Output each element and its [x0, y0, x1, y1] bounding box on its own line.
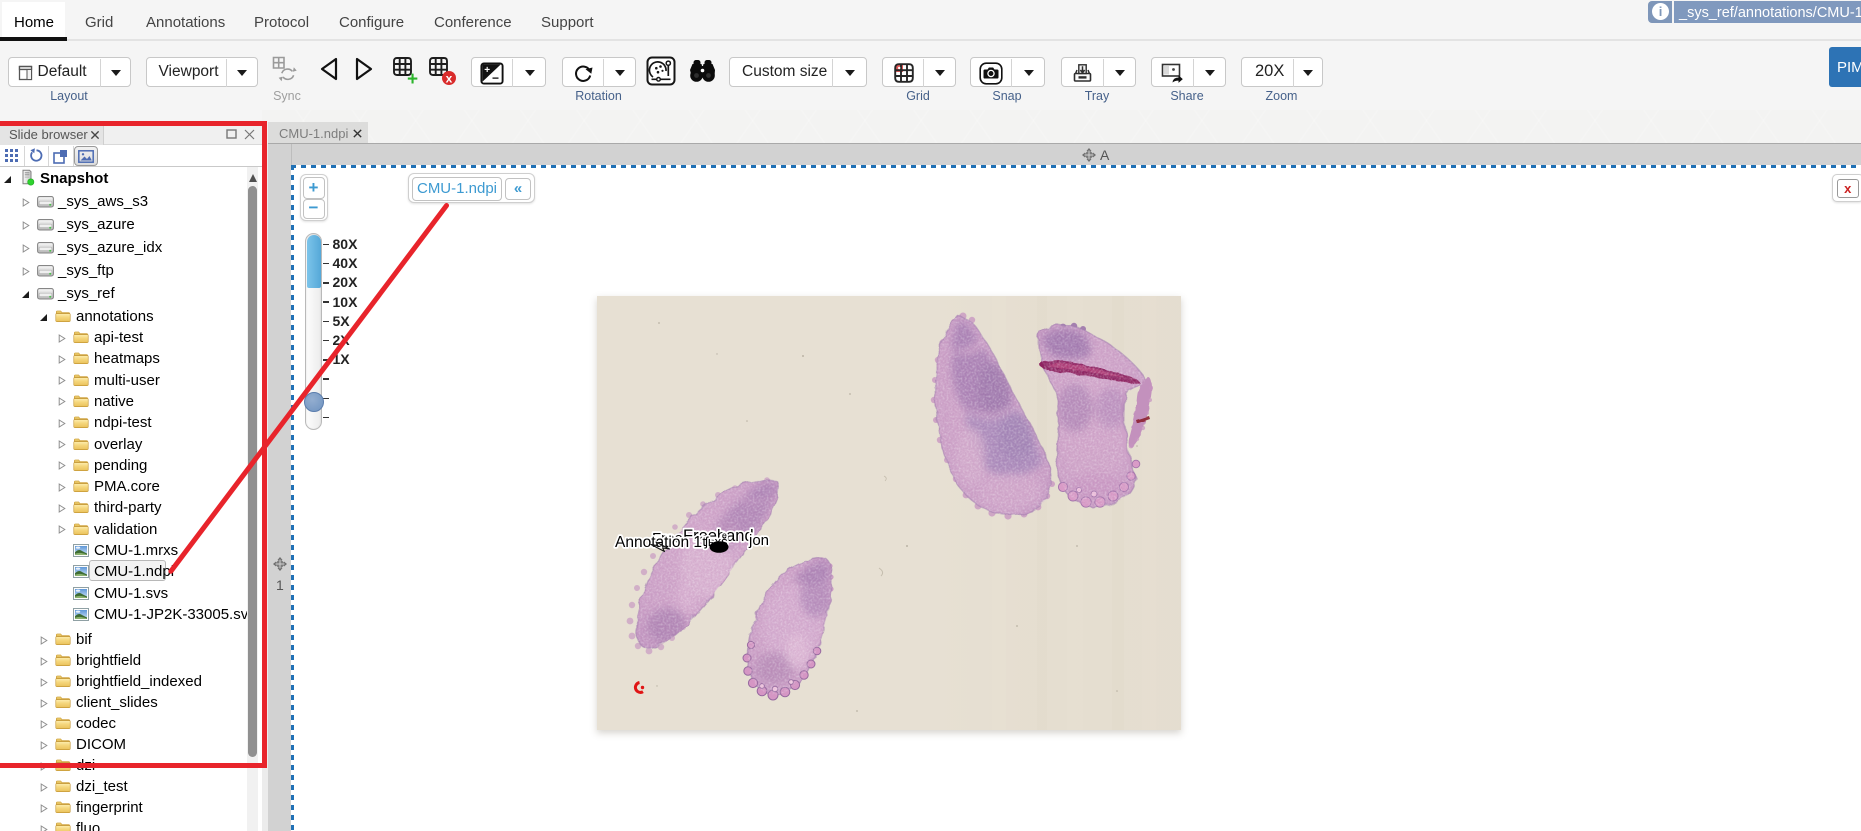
svg-text:−: −	[492, 71, 499, 85]
svg-text:+: +	[407, 69, 418, 86]
svg-text:jon: jon	[748, 532, 769, 549]
svg-text:+: +	[484, 65, 490, 76]
svg-text:x: x	[446, 72, 453, 86]
